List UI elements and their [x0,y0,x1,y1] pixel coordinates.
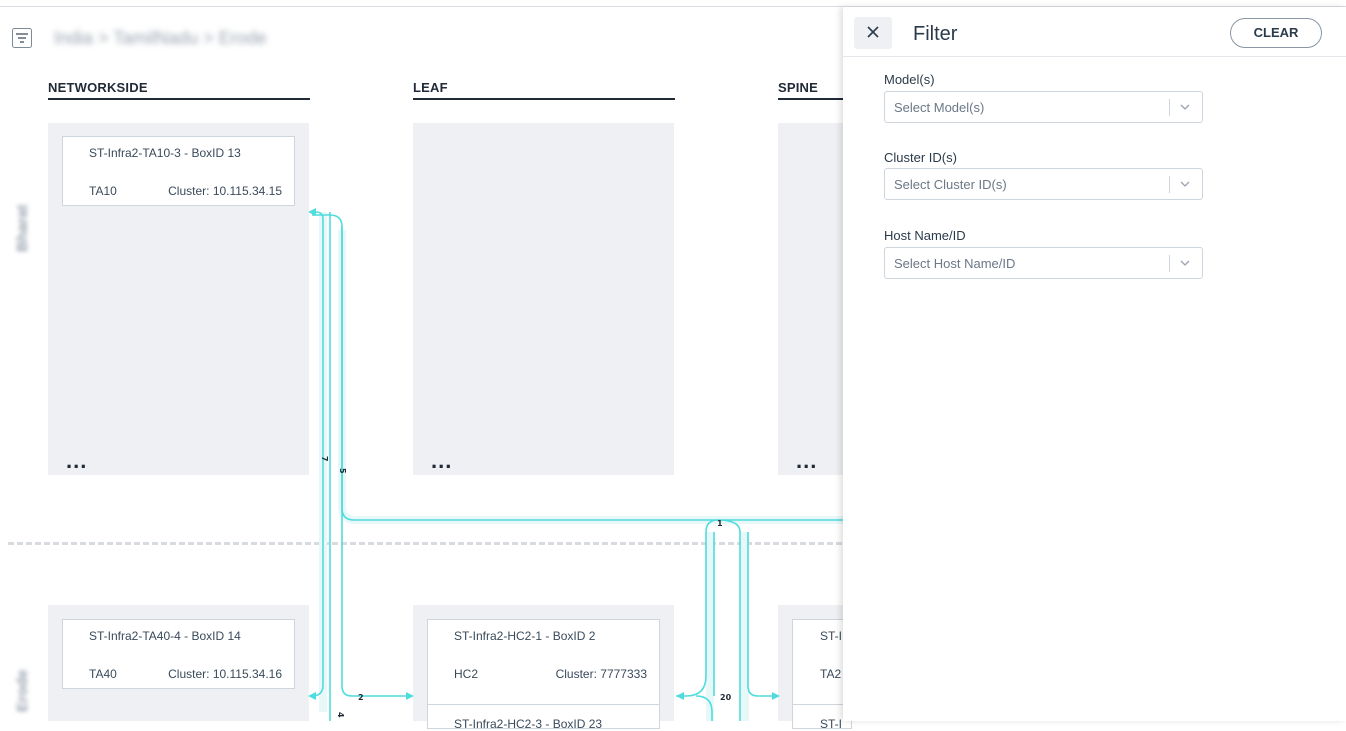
select-divider [1169,176,1170,193]
link-label-1: 1 [717,519,723,528]
model-label: Model(s) [884,72,935,87]
cluster-select[interactable]: Select Cluster ID(s) [884,168,1203,200]
select-divider [1169,255,1170,272]
chevron-down-icon [1180,181,1190,187]
clear-button[interactable]: CLEAR [1230,18,1322,48]
link-halo [319,212,846,721]
link-lines [311,211,846,721]
link-label-7: 7 [320,456,329,462]
chevron-down-icon [1180,104,1190,110]
chevron-down-icon [1180,260,1190,266]
filter-title: Filter [913,23,958,45]
select-divider [1169,99,1170,116]
cluster-placeholder: Select Cluster ID(s) [894,177,1007,192]
close-icon [867,26,879,38]
hostname-label: Host Name/ID [884,228,966,243]
model-placeholder: Select Model(s) [894,100,985,115]
link-label-20: 20 [720,693,732,702]
link-label-4: 4 [336,712,345,718]
hostname-placeholder: Select Host Name/ID [894,256,1016,271]
hostname-select[interactable]: Select Host Name/ID [884,247,1203,279]
connection-links: 7 5 1 2 4 20 [308,208,846,721]
filter-drawer: Filter CLEAR Model(s) Select Model(s) Cl… [843,7,1346,721]
filter-header: Filter CLEAR [843,7,1346,57]
model-select[interactable]: Select Model(s) [884,91,1203,123]
close-button[interactable] [854,17,892,49]
link-label-2: 2 [358,693,364,702]
link-label-5: 5 [338,468,347,474]
cluster-label: Cluster ID(s) [884,150,957,165]
